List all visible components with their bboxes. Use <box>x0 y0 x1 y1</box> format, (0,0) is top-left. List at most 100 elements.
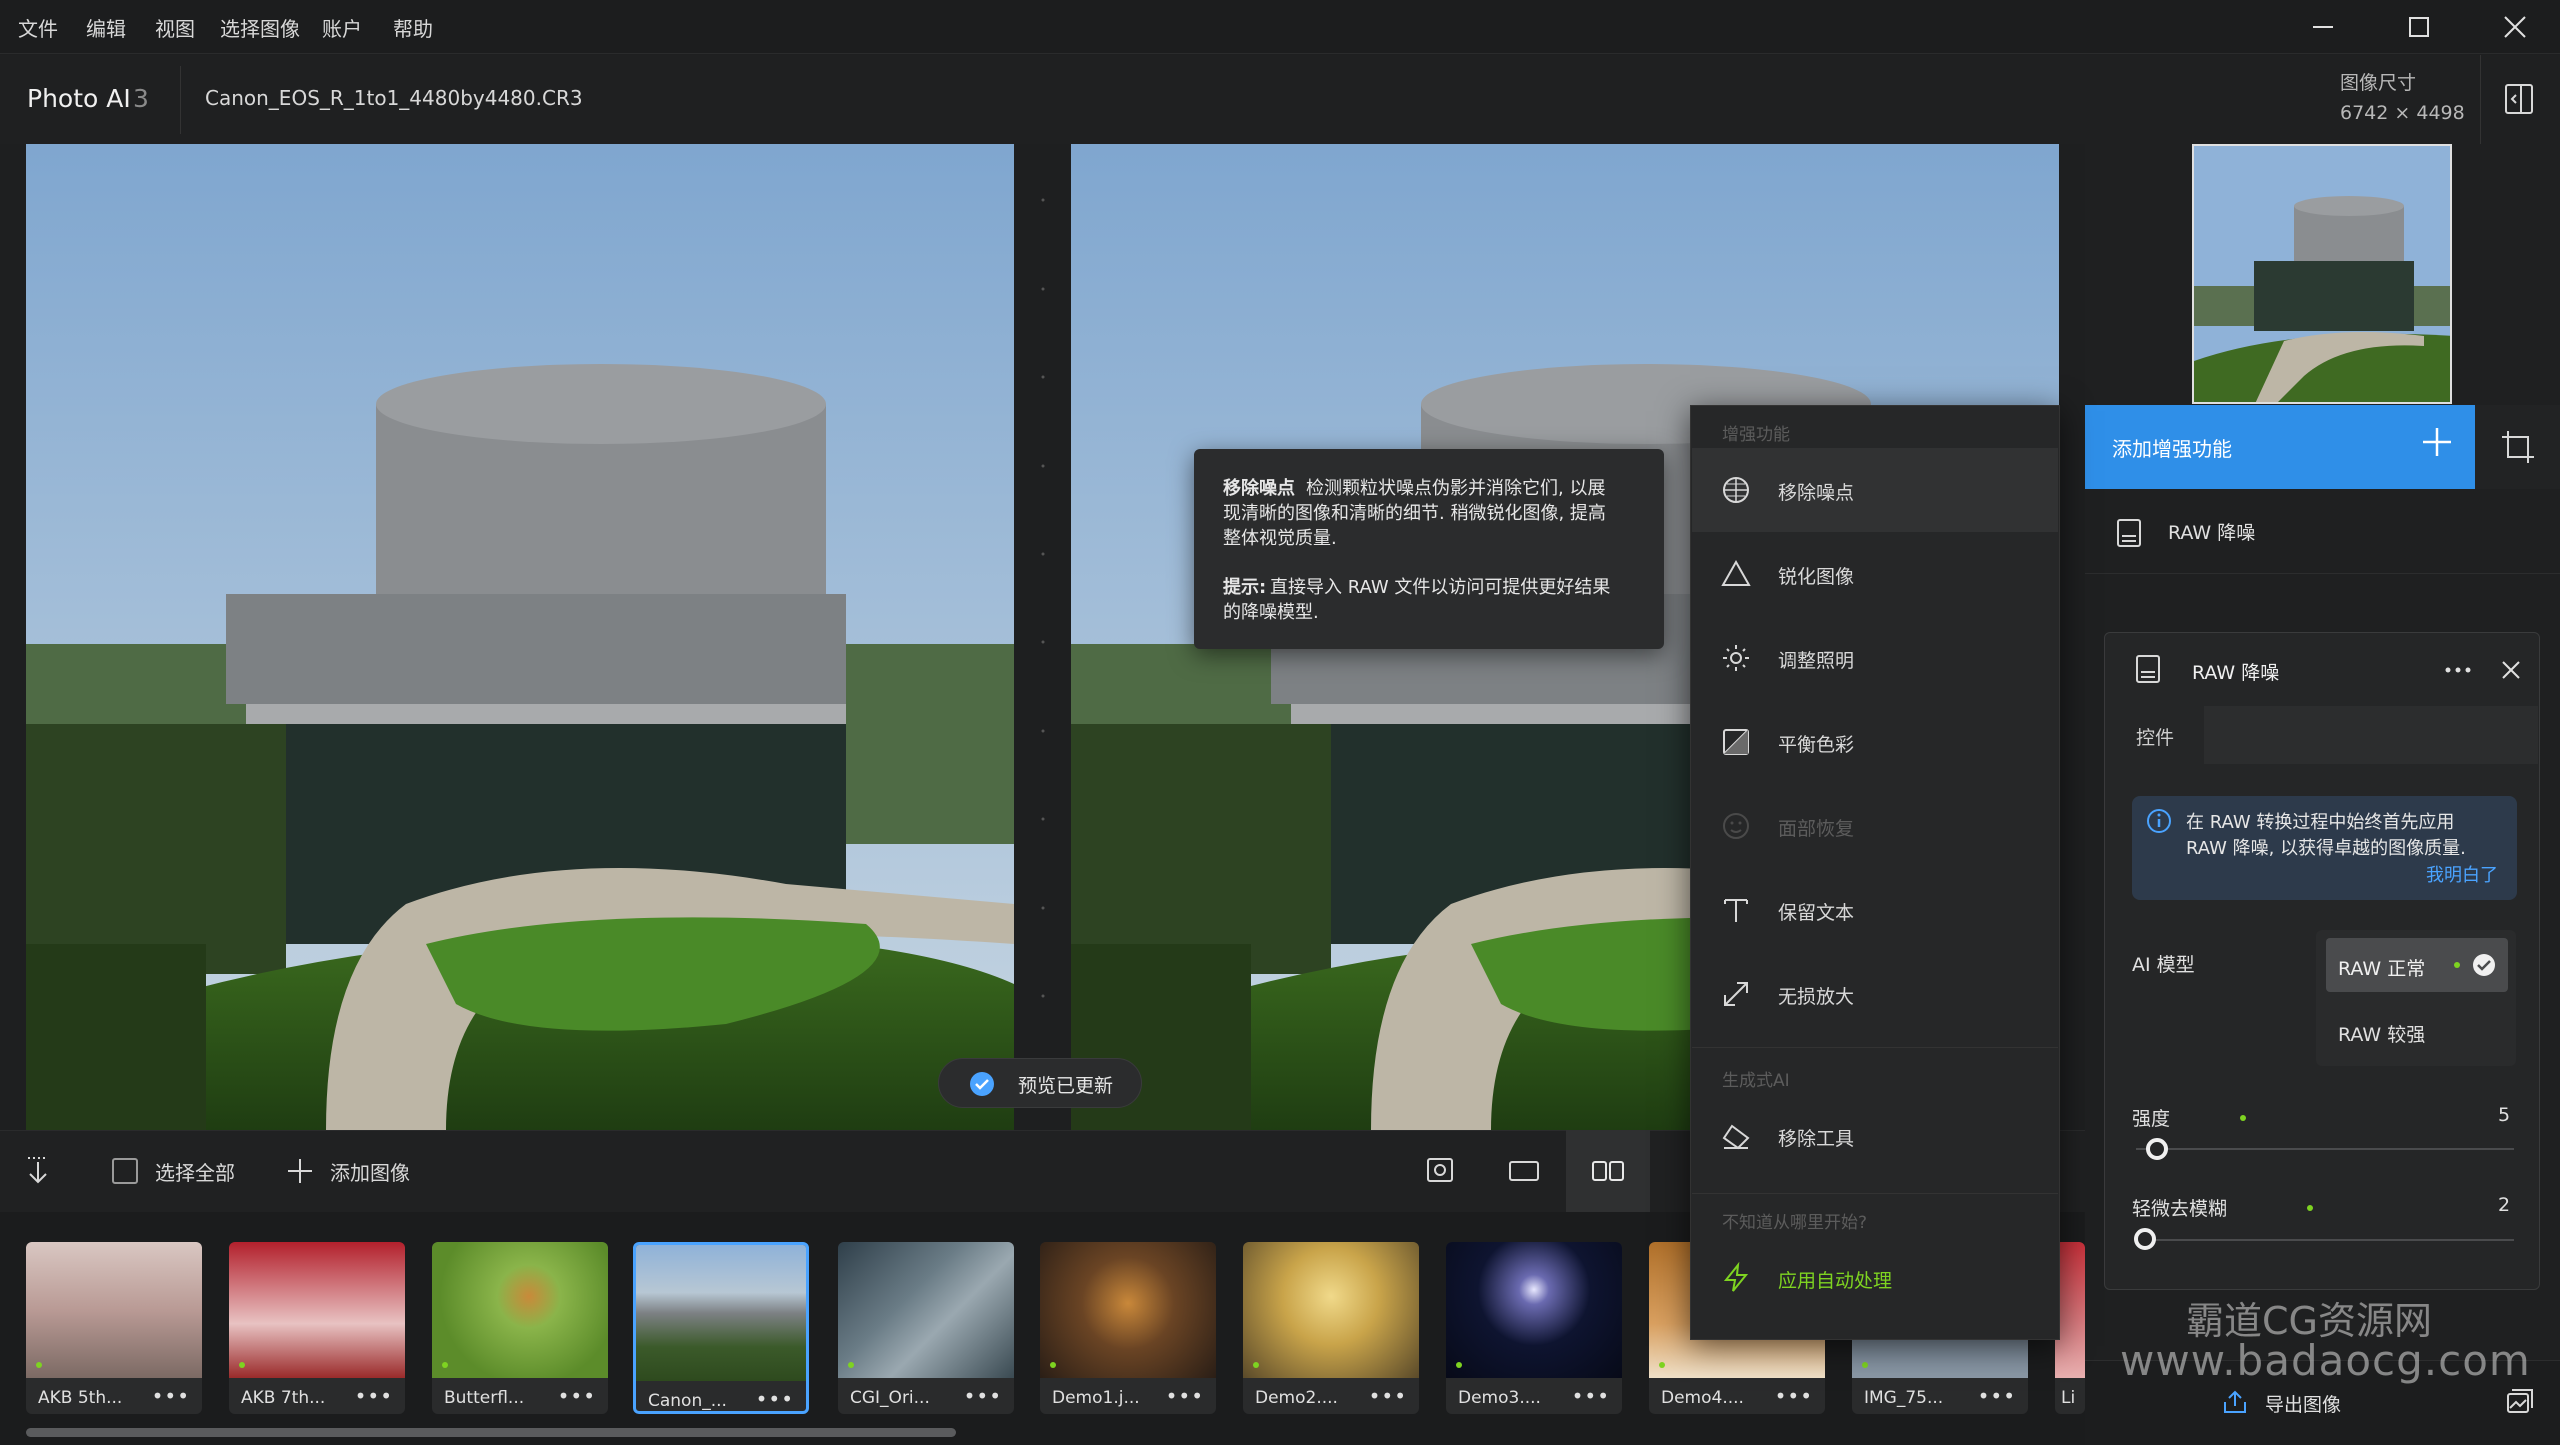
filmstrip-item[interactable]: Demo2.... ••• <box>1243 1242 1419 1414</box>
close-icon <box>2504 16 2526 38</box>
filmstrip-item[interactable]: CGI_Ori... ••• <box>838 1242 1014 1414</box>
info-dismiss-link[interactable]: 我明白了 <box>2426 861 2498 887</box>
thumbnail-image <box>229 1242 405 1378</box>
menu-edit[interactable]: 编辑 <box>86 13 126 42</box>
menu-file[interactable]: 文件 <box>18 13 58 42</box>
crop-button[interactable] <box>2475 405 2560 489</box>
menu-select-image[interactable]: 选择图像 <box>220 13 300 42</box>
divider-dots-icon <box>1041 198 1045 998</box>
menu-item-remove-tool[interactable]: 移除工具 <box>1692 1094 2058 1178</box>
more-options-icon[interactable]: ••• <box>1369 1384 1407 1408</box>
add-enhancement-label[interactable]: 添加增强功能 <box>2112 433 2232 462</box>
add-image-button[interactable] <box>286 1157 314 1185</box>
status-dot <box>442 1362 448 1368</box>
menu-divider <box>1692 1193 2058 1194</box>
more-options-icon[interactable]: ••• <box>355 1384 393 1408</box>
header-divider <box>180 66 181 134</box>
minimize-button[interactable] <box>2275 0 2371 54</box>
select-all-checkbox[interactable] <box>112 1158 138 1184</box>
filmstrip-item[interactable]: Demo3.... ••• <box>1446 1242 1622 1414</box>
plus-icon <box>2423 428 2451 456</box>
tooltip-line3: 整体视觉质量. <box>1223 528 1337 549</box>
filmstrip-item-selected[interactable]: Canon_... ••• <box>633 1242 809 1414</box>
card-more-button[interactable] <box>2440 655 2480 685</box>
more-options-icon[interactable]: ••• <box>756 1387 794 1411</box>
more-options-icon[interactable]: ••• <box>152 1384 190 1408</box>
menu-help[interactable]: 帮助 <box>393 13 433 42</box>
tab-controls-label[interactable]: 控件 <box>2136 723 2174 750</box>
app-window: 文件 编辑 视图 选择图像 账户 帮助 Photo AI 3 Canon_EOS… <box>0 0 2560 1445</box>
panel-toggle-button[interactable] <box>2480 55 2560 144</box>
menu-item-label: 调整照明 <box>1778 650 1855 672</box>
menu-item-label: 平衡色彩 <box>1778 734 1855 756</box>
model-option-strong[interactable]: RAW 较强 <box>2338 1020 2425 1047</box>
status-dot <box>848 1362 854 1368</box>
deblur-slider-track[interactable] <box>2136 1239 2514 1241</box>
menu-view[interactable]: 视图 <box>155 13 195 42</box>
thumbnail-image <box>432 1242 608 1378</box>
strength-slider-track[interactable] <box>2136 1148 2514 1150</box>
eraser-icon <box>1722 1124 1750 1150</box>
more-options-icon[interactable]: ••• <box>1572 1384 1610 1408</box>
menu-item-balance-color[interactable]: 平衡色彩 <box>1692 700 2058 784</box>
menu-item-sharpen[interactable]: 锐化图像 <box>1692 532 2058 616</box>
thumbnail-caption: AKB 5th... <box>38 1388 123 1408</box>
filmstrip-item[interactable]: AKB 5th... ••• <box>26 1242 202 1414</box>
menu-item-label: 移除噪点 <box>1778 482 1855 504</box>
maximize-button[interactable] <box>2371 0 2467 54</box>
raw-denoise-row-label: RAW 降噪 <box>2168 522 2256 544</box>
card-close-button[interactable] <box>2496 655 2526 685</box>
compare-divider[interactable] <box>1038 144 1048 1130</box>
view-split-button[interactable] <box>1566 1130 1650 1212</box>
thumbnail-caption: Canon_... <box>648 1391 727 1411</box>
add-image-label[interactable]: 添加图像 <box>330 1157 410 1186</box>
toast-text: 预览已更新 <box>1018 1075 1114 1097</box>
more-options-icon[interactable]: ••• <box>1166 1384 1204 1408</box>
more-options-icon[interactable]: ••• <box>964 1384 1002 1408</box>
thumbnail-caption: Demo1.j... <box>1052 1388 1140 1408</box>
filmstrip-item[interactable]: AKB 7th... ••• <box>229 1242 405 1414</box>
filmstrip-scrollbar[interactable] <box>26 1428 956 1437</box>
import-button[interactable] <box>18 1150 58 1190</box>
menu-item-remove-noise[interactable]: 移除噪点 <box>1692 448 2058 532</box>
close-window-button[interactable] <box>2467 0 2560 54</box>
strength-slider-knob[interactable] <box>2146 1138 2168 1160</box>
noise-icon <box>1723 477 1749 503</box>
navigator-thumbnail[interactable] <box>2192 144 2452 404</box>
snapshot-button[interactable] <box>1398 1130 1482 1212</box>
thumbnail-caption: AKB 7th... <box>241 1388 326 1408</box>
add-plus-button[interactable] <box>2420 425 2454 459</box>
filmstrip-item[interactable]: Butterfl... ••• <box>432 1242 608 1414</box>
download-arrow-icon <box>28 1157 48 1184</box>
section-help-label: 不知道从哪里开始? <box>1722 1213 1868 1233</box>
tooltip-tip-prefix: 提示: <box>1223 577 1267 598</box>
menu-account[interactable]: 账户 <box>322 13 362 42</box>
menu-item-adjust-lighting[interactable]: 调整照明 <box>1692 616 2058 700</box>
more-options-icon[interactable]: ••• <box>1775 1384 1813 1408</box>
menu-item-upscale[interactable]: 无损放大 <box>1692 952 2058 1036</box>
preview-original[interactable] <box>26 144 1014 1130</box>
deblur-slider-knob[interactable] <box>2134 1228 2156 1250</box>
menu-item-label: 无损放大 <box>1778 986 1855 1008</box>
share-icon[interactable] <box>2220 1386 2250 1416</box>
filmstrip-item[interactable]: Demo1.j... ••• <box>1040 1242 1216 1414</box>
more-options-icon[interactable]: ••• <box>1978 1384 2016 1408</box>
view-single-button[interactable] <box>1482 1130 1566 1212</box>
thumbnail-caption: Demo4.... <box>1661 1388 1744 1408</box>
color-icon <box>1723 729 1749 755</box>
menu-item-autopilot[interactable]: 应用自动处理 <box>1692 1236 2058 1320</box>
upscale-icon <box>1724 982 1748 1006</box>
section-generative-label: 生成式AI <box>1722 1071 1790 1091</box>
tooltip-title: 移除噪点 <box>1223 478 1295 499</box>
select-all-label[interactable]: 选择全部 <box>155 1157 235 1186</box>
info-text-line2: RAW 降噪, 以获得卓越的图像质量. <box>2186 838 2466 859</box>
more-options-icon[interactable]: ••• <box>558 1384 596 1408</box>
menu-item-preserve-text[interactable]: 保留文本 <box>1692 868 2058 952</box>
menu-item-label: 应用自动处理 <box>1778 1270 1893 1292</box>
gallery-icon[interactable] <box>2504 1386 2534 1416</box>
menu-divider <box>1692 1047 2058 1048</box>
model-option-normal-label[interactable]: RAW 正常 <box>2338 954 2425 981</box>
export-button[interactable]: 导出图像 <box>2265 1390 2341 1417</box>
raw-denoise-row[interactable] <box>2085 490 2560 574</box>
light-icon <box>1723 645 1749 671</box>
